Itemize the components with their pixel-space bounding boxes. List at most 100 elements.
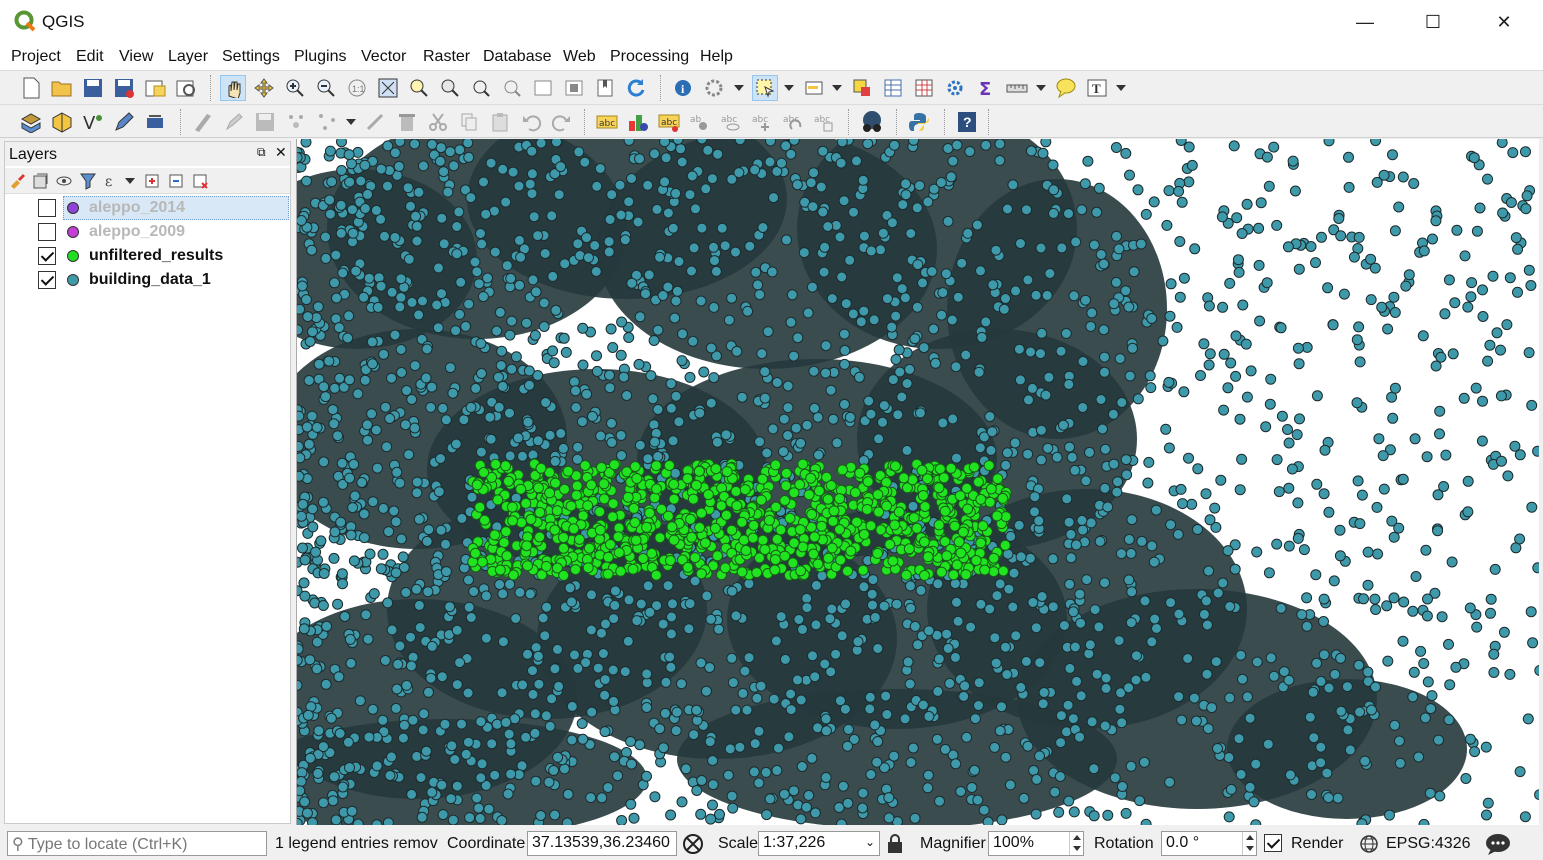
change-label-properties-icon[interactable]: abc (811, 109, 837, 135)
menu-processing[interactable]: Processing (610, 48, 689, 66)
save-as-icon[interactable] (111, 75, 137, 101)
collapse-all-icon[interactable] (167, 172, 185, 190)
scale-combobox[interactable]: 1:37,226 ⌄ (758, 831, 880, 856)
zoom-to-selection-icon[interactable] (406, 75, 432, 101)
layer-visibility-checkbox[interactable] (38, 247, 56, 265)
select-by-value-dropdown-icon[interactable] (832, 85, 842, 91)
modify-attributes-icon[interactable] (363, 109, 389, 135)
toggle-extents-icon[interactable] (681, 832, 705, 856)
annotation-dropdown-icon[interactable] (1116, 85, 1126, 91)
paste-features-icon[interactable] (487, 109, 513, 135)
run-action-icon[interactable] (701, 75, 727, 101)
layer-labeling-options-icon[interactable]: abc (594, 109, 620, 135)
pan-map-icon[interactable] (220, 75, 246, 101)
cut-features-icon[interactable] (425, 109, 451, 135)
python-console-icon[interactable] (906, 109, 932, 135)
new-project-icon[interactable] (18, 75, 44, 101)
messages-icon[interactable] (1485, 832, 1513, 856)
map-tips-icon[interactable] (1053, 75, 1079, 101)
text-annotation-icon[interactable]: T (1085, 75, 1111, 101)
select-features-icon[interactable] (752, 75, 778, 101)
measure-dropdown-icon[interactable] (1036, 85, 1046, 91)
save-layer-edits-icon[interactable] (252, 109, 278, 135)
data-source-manager-icon[interactable] (18, 109, 44, 135)
filter-by-expression-icon[interactable]: ε (103, 172, 121, 190)
layer-row-aleppo-2009[interactable]: aleppo_2009 (5, 220, 290, 244)
expand-all-icon[interactable] (143, 172, 161, 190)
deselect-all-icon[interactable] (849, 75, 875, 101)
move-label-icon[interactable]: abc (749, 109, 775, 135)
zoom-in-icon[interactable] (282, 75, 308, 101)
help-contents-icon[interactable]: ? (954, 109, 980, 135)
zoom-to-layer-icon[interactable] (437, 75, 463, 101)
pin-unpin-labels-icon[interactable]: ab (687, 109, 713, 135)
menu-layer[interactable]: Layer (168, 48, 208, 66)
filter-dropdown-icon[interactable] (125, 178, 135, 184)
refresh-icon[interactable] (623, 75, 649, 101)
menu-edit[interactable]: Edit (76, 48, 104, 66)
statistical-summary-icon[interactable]: Σ (973, 75, 999, 101)
run-action-dropdown-icon[interactable] (734, 85, 744, 91)
crs-label[interactable]: EPSG:4326 (1386, 835, 1471, 853)
menu-project[interactable]: Project (11, 48, 61, 66)
menu-plugins[interactable]: Plugins (294, 48, 346, 66)
undock-panel-icon[interactable]: ⧉ (257, 145, 266, 160)
vertex-tool-icon[interactable] (314, 109, 340, 135)
spin-arrows-icon[interactable] (1242, 832, 1256, 855)
locator-search-input[interactable]: ⚲ Type to locate (Ctrl+K) (7, 831, 267, 856)
close-panel-icon[interactable]: ✕ (275, 144, 287, 161)
temporary-scratch-layer-icon[interactable] (142, 109, 168, 135)
save-project-icon[interactable] (80, 75, 106, 101)
minimize-icon[interactable]: — (1345, 8, 1385, 36)
edit-pencil-icon[interactable] (111, 109, 137, 135)
show-hide-labels-icon[interactable]: abc (718, 109, 744, 135)
menu-vector[interactable]: Vector (361, 48, 406, 66)
menu-settings[interactable]: Settings (222, 48, 280, 66)
style-manager-icon[interactable] (9, 172, 27, 190)
processing-toolbox-icon[interactable] (942, 75, 968, 101)
maximize-icon[interactable]: ☐ (1413, 8, 1453, 36)
remove-layer-icon[interactable] (191, 172, 209, 190)
highlight-pinned-labels-icon[interactable]: abc (656, 109, 682, 135)
zoom-next-icon[interactable] (499, 75, 525, 101)
new-map-view-icon[interactable] (530, 75, 556, 101)
identify-features-icon[interactable]: i (670, 75, 696, 101)
bookmarks-icon[interactable] (592, 75, 618, 101)
layer-visibility-checkbox[interactable] (38, 199, 56, 217)
open-project-icon[interactable] (49, 75, 75, 101)
toggle-editing-icon[interactable] (221, 109, 247, 135)
redo-icon[interactable] (549, 109, 575, 135)
menu-help[interactable]: Help (700, 48, 733, 66)
layout-manager-icon[interactable] (173, 75, 199, 101)
vertex-tool-dropdown-icon[interactable] (346, 119, 356, 125)
pan-to-selection-icon[interactable] (251, 75, 277, 101)
menu-web[interactable]: Web (563, 48, 596, 66)
render-checkbox[interactable] (1264, 834, 1282, 852)
digitize-vector-icon[interactable]: V (80, 109, 106, 135)
layer-visibility-checkbox[interactable] (38, 223, 56, 241)
globe-icon[interactable] (1358, 834, 1380, 854)
measure-line-icon[interactable] (1004, 75, 1030, 101)
add-point-feature-icon[interactable] (283, 109, 309, 135)
layer-row-building-data-1[interactable]: building_data_1 (5, 268, 290, 292)
menu-view[interactable]: View (119, 48, 153, 66)
field-calculator-icon[interactable] (911, 75, 937, 101)
current-edits-icon[interactable] (190, 109, 216, 135)
close-icon[interactable]: ✕ (1484, 8, 1524, 36)
attribute-table-icon[interactable] (880, 75, 906, 101)
layer-row-aleppo-2014[interactable]: aleppo_2014 (5, 196, 290, 220)
new-print-layout-icon[interactable] (142, 75, 168, 101)
zoom-full-icon[interactable] (375, 75, 401, 101)
spin-arrows-icon[interactable] (1069, 832, 1083, 855)
layer-diagram-options-icon[interactable] (625, 109, 651, 135)
rotate-label-icon[interactable]: abc (780, 109, 806, 135)
layer-visibility-checkbox[interactable] (38, 271, 56, 289)
lock-scale-icon[interactable] (886, 834, 904, 854)
copy-features-icon[interactable] (456, 109, 482, 135)
coordinate-field[interactable]: 37.13539,36.23460 (527, 831, 677, 856)
menu-raster[interactable]: Raster (423, 48, 470, 66)
map-canvas[interactable] (296, 139, 1539, 825)
add-group-icon[interactable] (31, 172, 49, 190)
filter-legend-icon[interactable] (79, 172, 97, 190)
zoom-native-resolution-icon[interactable]: 1:1 (344, 75, 370, 101)
